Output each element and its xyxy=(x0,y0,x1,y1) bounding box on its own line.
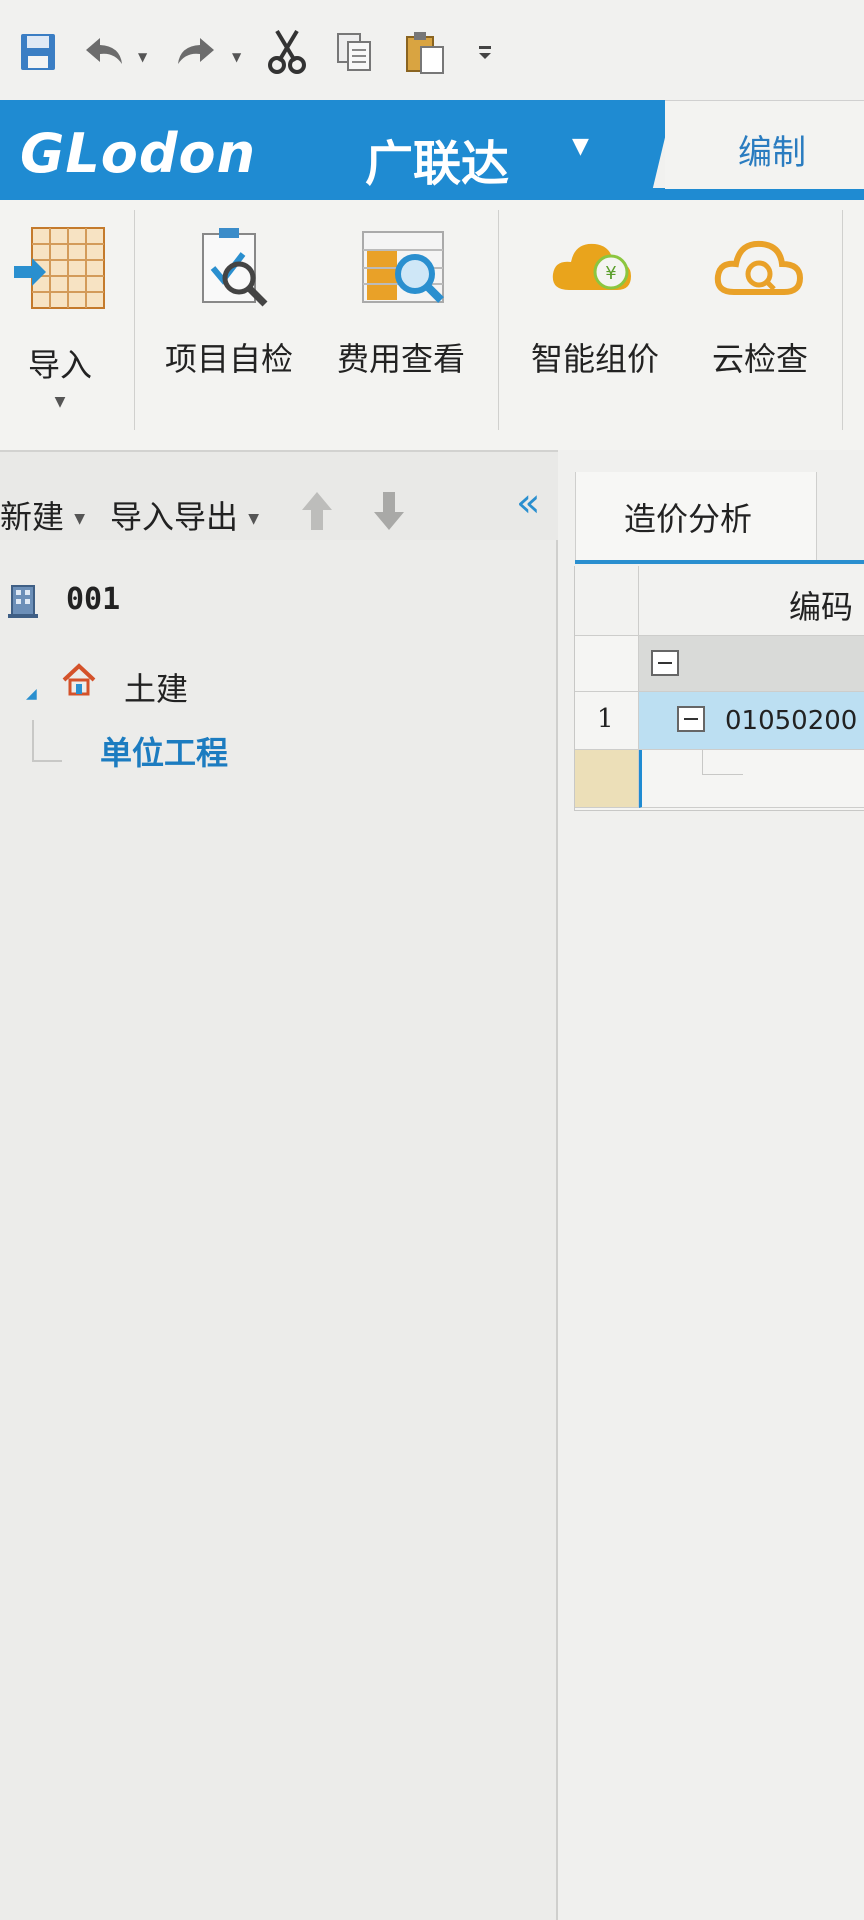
new-label: 新建 xyxy=(0,498,65,536)
row-number: 1 xyxy=(597,704,614,734)
copy-icon[interactable] xyxy=(332,30,376,74)
cost-view-label: 费用查看 xyxy=(336,340,465,378)
table-row[interactable]: 01050200 xyxy=(639,692,864,750)
ribbon-divider xyxy=(134,210,135,430)
import-export-dropdown-icon: ▼ xyxy=(248,511,259,527)
left-toolbar: 新建 ▼ 导入导出 ▼ « xyxy=(0,470,560,540)
grid-header-code-cell[interactable]: 编码 xyxy=(639,566,864,636)
cost-grid: 编码 1 01050200 xyxy=(574,566,864,811)
svg-text:¥: ¥ xyxy=(605,263,616,284)
paste-icon[interactable] xyxy=(402,30,448,74)
import-table-icon xyxy=(10,220,110,320)
move-up-icon[interactable] xyxy=(300,490,334,536)
move-down-icon[interactable] xyxy=(372,490,406,536)
collapse-panel-icon[interactable]: « xyxy=(516,480,540,526)
grid-header-code: 编码 xyxy=(789,588,854,626)
tree-connector xyxy=(32,720,62,762)
tab-cost-analysis-label: 造价分析 xyxy=(624,500,753,538)
import-label: 导入 xyxy=(27,346,92,384)
smart-pricing-label: 智能组价 xyxy=(530,340,659,378)
tab-cost-analysis[interactable]: 造价分析 xyxy=(575,472,817,562)
grid-rowhead-1: 1 xyxy=(575,692,639,750)
ribbon-divider xyxy=(842,210,843,430)
save-icon[interactable] xyxy=(16,30,60,74)
brand-dropdown-icon[interactable]: ▼ xyxy=(572,134,589,159)
redo-dropdown-icon[interactable]: ▼ xyxy=(232,50,241,64)
undo-icon[interactable] xyxy=(78,30,128,74)
expand-toggle-icon[interactable]: ◢ xyxy=(26,686,37,702)
project-check-button[interactable]: 项目自检 xyxy=(154,220,304,380)
import-export-button[interactable]: 导入导出 ▼ xyxy=(110,492,259,538)
grid-current-row[interactable] xyxy=(639,750,864,808)
tab-bianzhi[interactable]: 编制 xyxy=(665,100,864,189)
project-check-label: 项目自检 xyxy=(164,340,293,378)
import-button[interactable]: 导入 ▼ xyxy=(10,220,110,410)
brand-bar: GLodon 广联达 ▼ 编制 xyxy=(0,100,864,200)
tree-root-node[interactable]: 001 xyxy=(66,582,120,617)
undo-dropdown-icon[interactable]: ▼ xyxy=(138,50,147,64)
glodon-logo: GLodon xyxy=(20,122,257,185)
collapse-row-icon[interactable] xyxy=(677,706,705,732)
ribbon-divider xyxy=(498,210,499,430)
collapse-group-icon[interactable] xyxy=(651,650,679,676)
redo-icon[interactable] xyxy=(172,30,222,74)
grid-rowhead-group xyxy=(575,636,639,692)
ribbon: 导入 ▼ 项目自检 费用查看 ¥ 智能组价 云检查 xyxy=(0,200,864,452)
cost-view-icon xyxy=(326,220,476,320)
tab-active-indicator xyxy=(575,560,864,564)
smart-pricing-icon: ¥ xyxy=(520,220,670,320)
building-icon xyxy=(6,582,40,624)
tree-leaf-unit-project[interactable]: 单位工程 xyxy=(100,728,228,774)
grid-rowhead-current xyxy=(575,750,639,808)
quick-access-toolbar: ▼ ▼ xyxy=(0,0,864,100)
new-button[interactable]: 新建 ▼ xyxy=(0,492,85,538)
grid-group-row[interactable] xyxy=(639,636,864,692)
house-icon xyxy=(60,662,98,704)
project-tree-panel: 001 ◢ 土建 单位工程 xyxy=(0,540,558,1920)
project-check-icon xyxy=(154,220,304,320)
customize-icon[interactable] xyxy=(470,30,500,74)
cost-view-button[interactable]: 费用查看 xyxy=(326,220,476,380)
cloud-check-label: 云检查 xyxy=(711,340,808,378)
glodon-logo-cn: 广联达 xyxy=(365,136,510,192)
grid-corner xyxy=(575,566,639,636)
cut-icon[interactable] xyxy=(266,29,308,74)
new-dropdown-icon: ▼ xyxy=(74,511,85,527)
smart-pricing-button[interactable]: ¥ 智能组价 xyxy=(520,220,670,380)
import-dropdown-icon: ▼ xyxy=(54,394,66,410)
cloud-check-button[interactable]: 云检查 xyxy=(690,220,830,380)
brand-stripe xyxy=(0,188,864,200)
import-export-label: 导入导出 xyxy=(110,498,239,536)
tree-node-tujian[interactable]: 土建 xyxy=(124,664,188,710)
row-code: 01050200 xyxy=(725,706,858,736)
cloud-check-icon xyxy=(690,220,830,320)
tab-bianzhi-label: 编制 xyxy=(738,133,806,173)
tree-connector xyxy=(702,750,743,775)
